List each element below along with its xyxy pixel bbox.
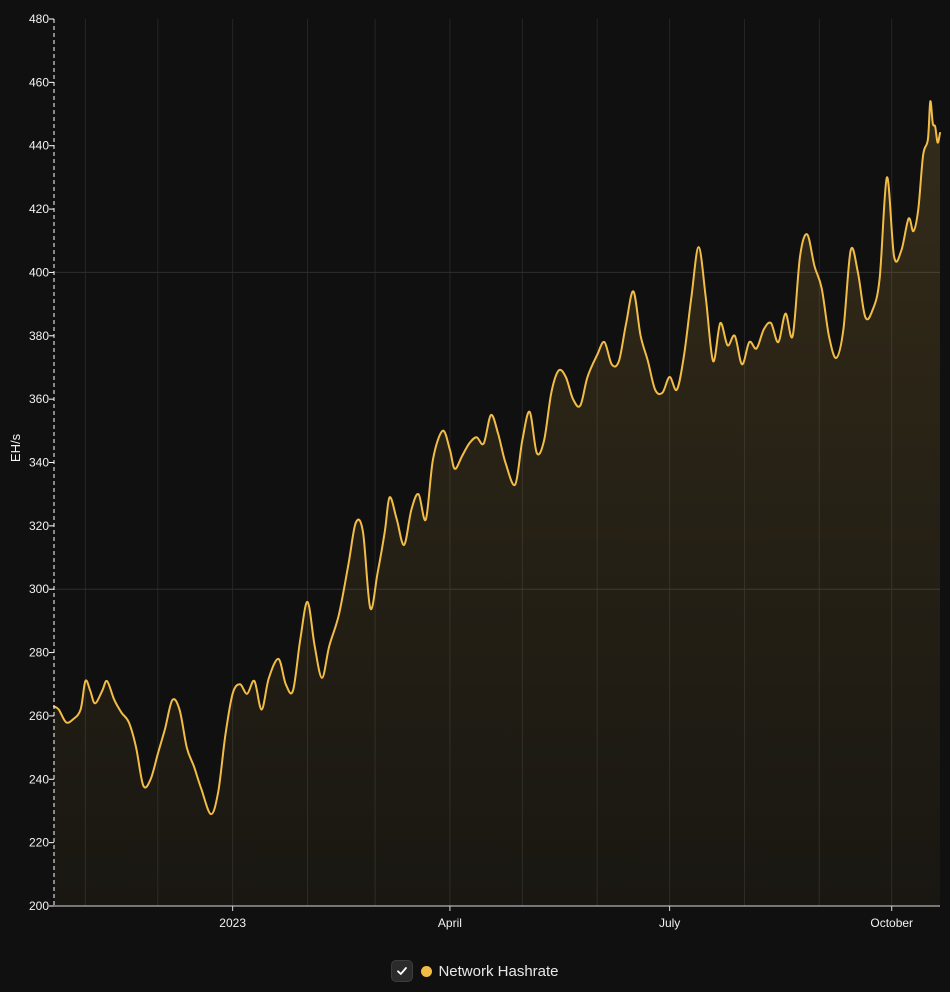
y-tick-label: 440	[29, 139, 49, 153]
x-axis-ticks: 2023 April July October	[219, 906, 913, 930]
x-tick-label: April	[438, 916, 462, 930]
x-tick-label: July	[659, 916, 680, 930]
y-tick-label: 200	[29, 899, 49, 913]
y-tick-label: 400	[29, 265, 49, 279]
y-tick-label: 220	[29, 836, 49, 850]
legend-toggle[interactable]	[391, 960, 414, 982]
y-tick-label: 320	[29, 519, 49, 533]
y-tick-label: 300	[29, 582, 49, 596]
y-tick-label: 420	[29, 202, 49, 216]
series-area	[54, 101, 940, 907]
legend-color-dot	[421, 965, 433, 977]
legend-label: Network Hashrate	[438, 962, 559, 980]
legend: Network Hashrate	[0, 958, 950, 984]
y-axis-title: EH/s	[8, 433, 23, 462]
check-icon	[397, 967, 408, 975]
y-tick-label: 380	[29, 329, 49, 343]
y-tick-label: 360	[29, 392, 49, 406]
x-tick-label: 2023	[219, 916, 246, 930]
y-tick-label: 240	[29, 772, 49, 786]
hashrate-chart: 200 220 240 260 280 300 320 340 360 380 400 420 440 4…	[8, 12, 941, 930]
y-tick-label: 280	[29, 646, 49, 660]
y-tick-label: 480	[29, 12, 49, 26]
y-tick-label: 460	[29, 75, 49, 89]
y-tick-label: 260	[29, 709, 49, 723]
x-tick-label: October	[870, 916, 913, 930]
y-axis-ticks: 200 220 240 260 280 300 320 340 360 380 400 420 440 4…	[29, 12, 54, 913]
y-tick-label: 340	[29, 456, 49, 470]
